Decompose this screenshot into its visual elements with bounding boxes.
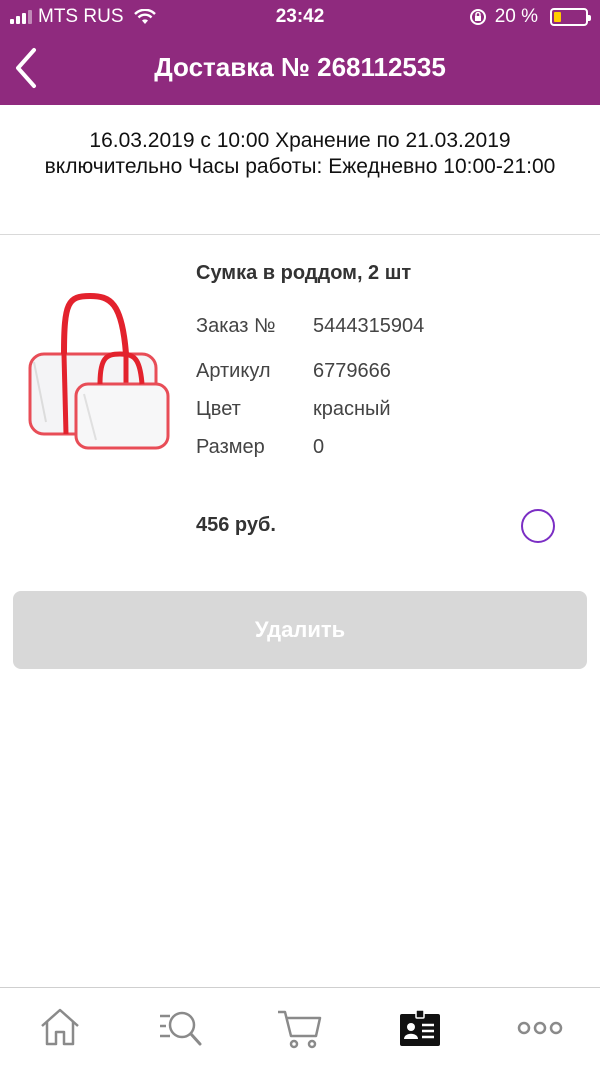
battery-percent: 20 % xyxy=(494,6,538,27)
home-icon xyxy=(41,1008,79,1046)
tab-cart[interactable] xyxy=(276,1004,324,1052)
select-item-radio[interactable] xyxy=(521,509,555,543)
catalog-search-icon xyxy=(160,1011,202,1046)
detail-value: красный xyxy=(313,398,391,420)
divider xyxy=(0,234,600,235)
product-price: 456 руб. xyxy=(196,514,276,536)
detail-label: Артикул xyxy=(196,360,271,382)
detail-label: Размер xyxy=(196,436,265,458)
status-bar: MTS RUS 23:42 20 % xyxy=(0,0,600,34)
title-bar: Доставка № 268112535 xyxy=(0,34,600,105)
detail-label: Заказ № xyxy=(196,315,276,337)
detail-value: 5444315904 xyxy=(313,315,425,337)
status-right: 20 % xyxy=(469,6,591,28)
battery-icon xyxy=(550,8,591,26)
detail-label: Цвет xyxy=(196,398,241,420)
tab-profile[interactable] xyxy=(396,1004,444,1052)
product-name: Сумка в роддом, 2 шт xyxy=(196,262,412,284)
page-title: Доставка № 268112535 xyxy=(154,52,446,82)
profile-card-icon xyxy=(400,1009,440,1046)
more-icon xyxy=(517,1021,563,1035)
tab-more[interactable] xyxy=(516,1004,564,1052)
product-image[interactable] xyxy=(26,292,172,454)
app-header: MTS RUS 23:42 20 % Доставка № 268112535 xyxy=(0,0,600,105)
detail-value: 6779666 xyxy=(313,360,391,382)
cart-icon xyxy=(278,1010,322,1049)
tab-bar xyxy=(0,987,600,1066)
detail-value: 0 xyxy=(313,436,325,458)
delete-button[interactable]: Удалить xyxy=(13,591,587,669)
orientation-lock-icon xyxy=(469,9,486,25)
tab-home[interactable] xyxy=(36,1004,84,1052)
tab-catalog[interactable] xyxy=(156,1004,204,1052)
delivery-info: 16.03.2019 с 10:00 Хранение по 21.03.201… xyxy=(44,129,556,178)
